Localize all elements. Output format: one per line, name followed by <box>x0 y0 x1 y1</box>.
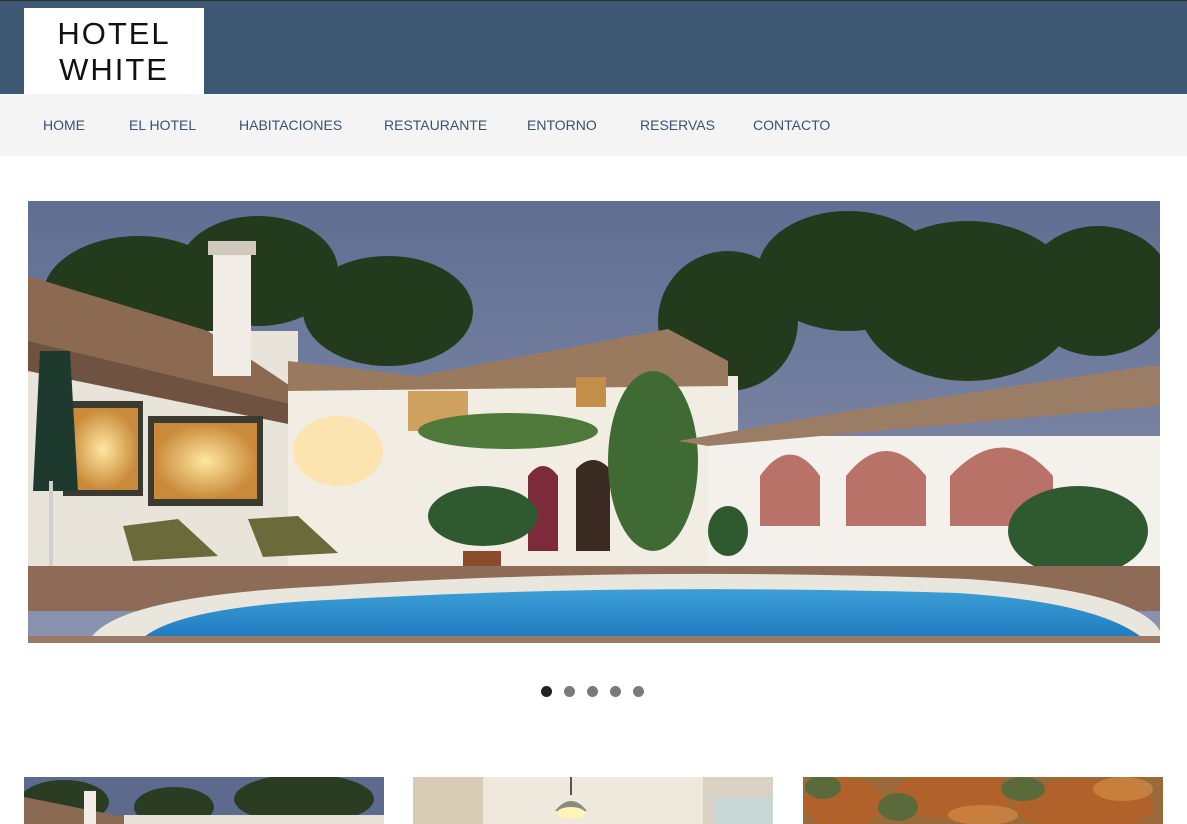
slider-dot-1[interactable] <box>541 686 552 697</box>
main-nav: HOME EL HOTEL HABITACIONES RESTAURANTE E… <box>0 94 1187 156</box>
slider-pagination <box>541 686 644 698</box>
hotel-logo[interactable]: HOTEL WHITE <box>24 8 204 95</box>
thumbnail-forest[interactable] <box>803 777 1163 824</box>
slider-dot-5[interactable] <box>633 686 644 697</box>
hero-slider-image[interactable] <box>28 201 1160 643</box>
interior-lamp-photo <box>413 777 773 824</box>
logo-line-1: HOTEL <box>57 15 171 51</box>
slider-dot-4[interactable] <box>610 686 621 697</box>
nav-item-reservas[interactable]: RESERVAS <box>640 94 715 156</box>
autumn-forest-photo <box>803 777 1163 824</box>
site-header: HOTEL WHITE <box>0 0 1187 95</box>
nav-item-home[interactable]: HOME <box>43 94 85 156</box>
nav-item-habitaciones[interactable]: HABITACIONES <box>239 94 342 156</box>
nav-item-restaurante[interactable]: RESTAURANTE <box>384 94 487 156</box>
logo-line-2: WHITE <box>59 51 169 87</box>
slider-dot-3[interactable] <box>587 686 598 697</box>
nav-item-entorno[interactable]: ENTORNO <box>527 94 597 156</box>
hotel-exterior-photo <box>24 777 384 824</box>
slider-dot-2[interactable] <box>564 686 575 697</box>
thumbnail-interior[interactable] <box>413 777 773 824</box>
nav-item-contacto[interactable]: CONTACTO <box>753 94 830 156</box>
thumbnail-hotel-exterior[interactable] <box>24 777 384 824</box>
nav-item-el-hotel[interactable]: EL HOTEL <box>129 94 196 156</box>
hotel-pool-photo <box>28 201 1160 643</box>
